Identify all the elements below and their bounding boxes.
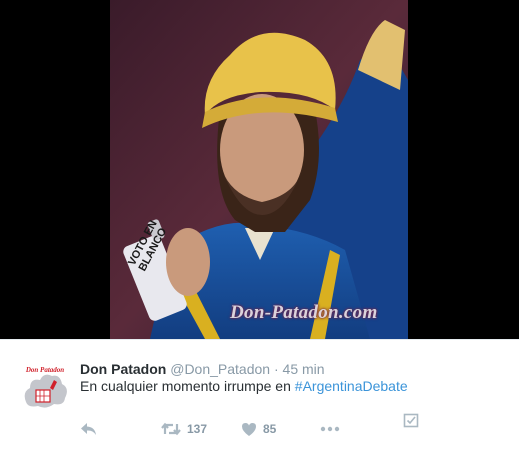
reply-button[interactable] [80,419,98,439]
more-dots-icon [320,426,340,432]
hashtag-link[interactable]: #ArgentinaDebate [295,378,408,394]
separator: · [273,361,279,377]
tweet-actions: 137 85 [80,419,440,439]
heart-icon [241,422,257,437]
more-button[interactable] [320,419,340,439]
photo-illustration [110,0,408,339]
retweet-button[interactable]: 137 [161,419,207,439]
avatar-label: Don Patadon [25,366,65,374]
analytics-button[interactable] [403,412,419,433]
analytics-checkbox-icon [403,413,419,432]
tweet-text-body: En cualquier momento irrumpe en [80,378,295,394]
tweet: Don Patadon Don Patadon @Don_Patadon · 4… [0,339,519,458]
tweet-media[interactable]: VOTO EN BLANCO Don-Patadon.com [0,0,519,339]
retweet-count: 137 [187,422,208,436]
like-button[interactable]: 85 [241,419,276,439]
display-name[interactable]: Don Patadon [80,361,166,377]
timestamp[interactable]: 45 min [283,361,325,377]
watermark-text: Don-Patadon.com [230,302,378,323]
tweet-text: En cualquier momento irrumpe en #Argenti… [80,378,408,394]
retweet-icon [161,421,181,437]
reply-icon [80,421,98,437]
tweet-header: Don Patadon @Don_Patadon · 45 min [80,361,325,377]
avatar[interactable]: Don Patadon [20,362,70,412]
user-handle[interactable]: @Don_Patadon [170,361,270,377]
tweet-photo[interactable] [110,0,408,339]
like-count: 85 [263,422,277,436]
